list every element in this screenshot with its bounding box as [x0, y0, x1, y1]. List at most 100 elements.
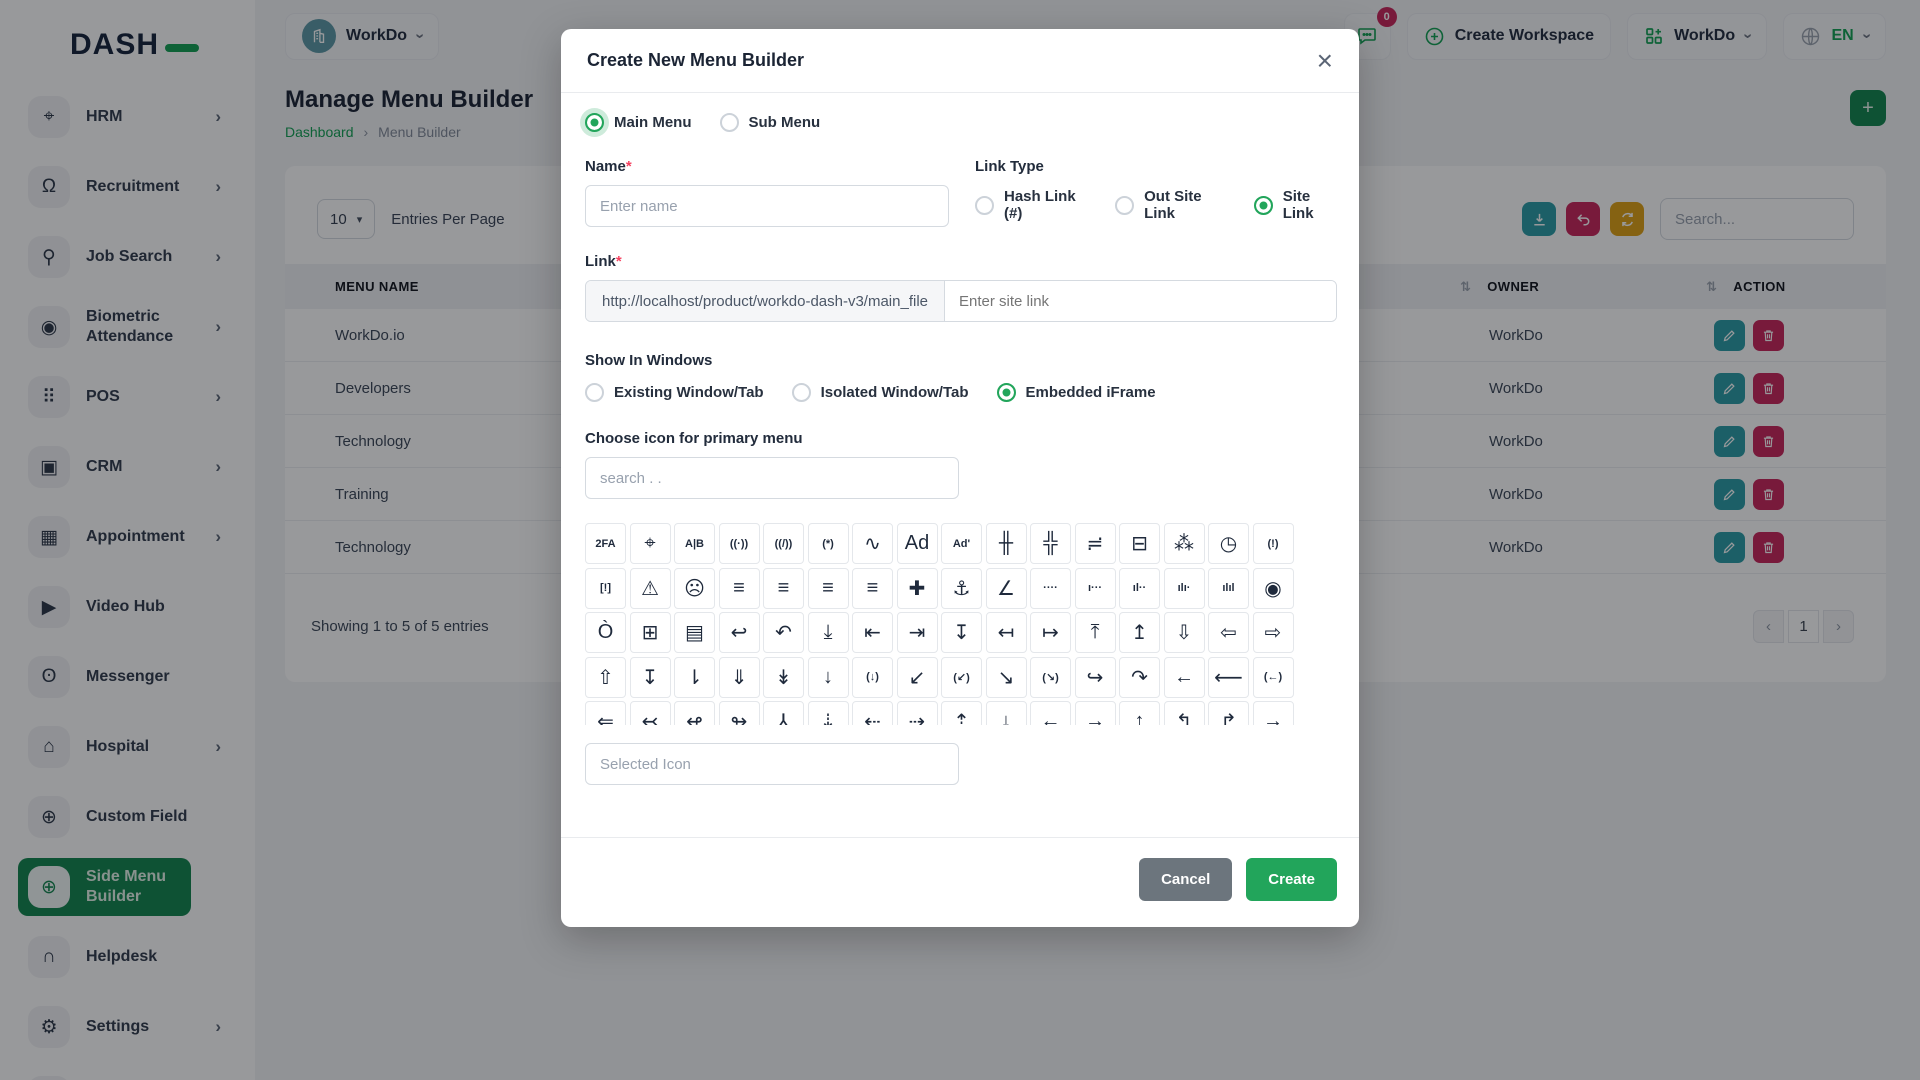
align-center-icon[interactable]: ≡ [719, 568, 760, 609]
arrow-back-up-icon[interactable]: ↶ [763, 612, 804, 653]
adjustments-alt-icon[interactable]: ╬ [1030, 523, 1071, 564]
arrow-left-square-icon[interactable]: ⇐ [585, 701, 626, 725]
arrow-narrow-right-icon[interactable]: → [1075, 701, 1116, 725]
arrow-right-icon[interactable]: → [1253, 701, 1294, 725]
affiliate-icon[interactable]: ⁂ [1164, 523, 1205, 564]
arrow-down-right-circle-icon[interactable]: (↘) [1030, 657, 1071, 698]
adjustments-horizontal-icon[interactable]: ≓ [1075, 523, 1116, 564]
arrow-narrow-up-icon[interactable]: ↑ [1119, 701, 1160, 725]
arrow-bar-to-left-icon[interactable]: ⇤ [852, 612, 893, 653]
antenna-bars-2-icon[interactable]: ı··· [1075, 568, 1116, 609]
ad-icon[interactable]: Ad [897, 523, 938, 564]
icon-search-input[interactable] [585, 457, 959, 499]
adjustments-icon[interactable]: ╫ [986, 523, 1027, 564]
arrow-narrow-left-icon[interactable]: ← [1030, 701, 1071, 725]
radio-isolated-window-tab[interactable]: Isolated Window/Tab [792, 383, 969, 402]
arrow-left-tail-icon[interactable]: ↢ [630, 701, 671, 725]
radio-label: Sub Menu [749, 114, 821, 131]
arrow-bar-up-icon[interactable]: ↥ [1119, 612, 1160, 653]
radio-embedded-iframe[interactable]: Embedded iFrame [997, 383, 1156, 402]
arrow-big-right-icon[interactable]: ⇨ [1253, 612, 1294, 653]
antenna-bars-1-icon[interactable]: ···· [1030, 568, 1071, 609]
radio-site-link[interactable]: Site Link [1254, 188, 1337, 222]
arrow-bar-down-icon[interactable]: ↧ [941, 612, 982, 653]
apps-icon[interactable]: ⊞ [630, 612, 671, 653]
arrow-move-right-icon[interactable]: ⇢ [897, 701, 938, 725]
antenna-bars-4-icon[interactable]: ılı· [1164, 568, 1205, 609]
arrow-bar-to-up-icon[interactable]: ⤒ [1075, 612, 1116, 653]
arrow-big-up-icon[interactable]: ⇧ [585, 657, 626, 698]
alert-triangle-icon[interactable]: ⚠ [630, 568, 671, 609]
a-b-icon[interactable]: A|B [674, 523, 715, 564]
antenna-bars-5-icon[interactable]: ılıl [1208, 568, 1249, 609]
modal-title: Create New Menu Builder [587, 50, 804, 71]
arrow-big-left-icon[interactable]: ⇦ [1208, 612, 1249, 653]
name-input[interactable] [585, 185, 949, 227]
site-link-input[interactable] [945, 281, 1336, 321]
arrow-loop-right-icon[interactable]: ↬ [719, 701, 760, 725]
arrow-ramp-right-icon[interactable]: ↱ [1208, 701, 1249, 725]
arrow-down-circle-icon[interactable]: (↓) [852, 657, 893, 698]
arrow-forward-icon[interactable]: ↪ [1075, 657, 1116, 698]
arrow-forward-up-icon[interactable]: ↷ [1119, 657, 1160, 698]
ad-2-icon[interactable]: Ad' [941, 523, 982, 564]
arrow-loop-left-icon[interactable]: ↫ [674, 701, 715, 725]
360-view-icon[interactable]: ⌖ [630, 523, 671, 564]
name-label: Name* [585, 158, 949, 175]
radio-out-site-link[interactable]: Out Site Link [1115, 188, 1226, 222]
arrow-ramp-left-icon[interactable]: ↰ [1164, 701, 1205, 725]
access-point-off-icon[interactable]: ((/)) [763, 523, 804, 564]
radio-sub-menu[interactable]: Sub Menu [720, 113, 821, 132]
align-right-icon[interactable]: ≡ [852, 568, 893, 609]
arrow-left-bar-icon[interactable]: ⟵ [1208, 657, 1249, 698]
angle-icon[interactable]: ∠ [986, 568, 1027, 609]
activity-heartbeat-icon[interactable]: ∿ [852, 523, 893, 564]
align-left-icon[interactable]: ≡ [808, 568, 849, 609]
aerial-lift-icon[interactable]: ⊟ [1119, 523, 1160, 564]
access-point-icon[interactable]: ((·)) [719, 523, 760, 564]
arrow-move-up-icon[interactable]: ⇡ [941, 701, 982, 725]
aperture-icon[interactable]: ◉ [1253, 568, 1294, 609]
arrow-down-left-circle-icon[interactable]: (↙) [941, 657, 982, 698]
arrow-down-icon[interactable]: ↓ [808, 657, 849, 698]
selected-icon-input[interactable] [585, 743, 959, 785]
arrow-bottom-tail-icon[interactable]: ↡ [763, 657, 804, 698]
arrow-bar-left-icon[interactable]: ↤ [986, 612, 1027, 653]
arrow-left-circle-icon[interactable]: (←) [1253, 657, 1294, 698]
arrow-bottom-bar-icon[interactable]: ↧ [630, 657, 671, 698]
icon-picker-grid: 2FA⌖A|B((·))((/))(*)∿AdAd'╫╬≓⊟⁂◷(!) [!]⚠☹… [585, 523, 1337, 725]
alert-octagon-icon[interactable]: [!] [585, 568, 626, 609]
alert-circle-icon[interactable]: (!) [1253, 523, 1294, 564]
align-justified-icon[interactable]: ≡ [763, 568, 804, 609]
arrow-left-icon[interactable]: ← [1164, 657, 1205, 698]
apple-icon[interactable]: Ò [585, 612, 626, 653]
arrow-big-down-icon[interactable]: ⇩ [1164, 612, 1205, 653]
create-button[interactable]: Create [1246, 858, 1337, 901]
close-icon[interactable]: × [1317, 47, 1333, 75]
arrow-bottom-square-icon[interactable]: ⇓ [719, 657, 760, 698]
radio-existing-window-tab[interactable]: Existing Window/Tab [585, 383, 764, 402]
arrow-move-down-icon[interactable]: ⇣ [808, 701, 849, 725]
alien-icon[interactable]: ☹ [674, 568, 715, 609]
arrow-down-right-icon[interactable]: ↘ [986, 657, 1027, 698]
arrow-down-left-icon[interactable]: ↙ [897, 657, 938, 698]
radio-hash-link[interactable]: Hash Link (#) [975, 188, 1087, 222]
arrow-bar-to-right-icon[interactable]: ⇥ [897, 612, 938, 653]
arrow-bottom-circle-icon[interactable]: ⇂ [674, 657, 715, 698]
arrow-bar-to-down-icon[interactable]: ⤓ [808, 612, 849, 653]
arrow-merge-icon[interactable]: ⅄ [763, 701, 804, 725]
archive-icon[interactable]: ▤ [674, 612, 715, 653]
antenna-bars-3-icon[interactable]: ıl·· [1119, 568, 1160, 609]
alarm-icon[interactable]: ◷ [1208, 523, 1249, 564]
radio-unchecked-icon [975, 196, 994, 215]
arrow-move-left-icon[interactable]: ⇠ [852, 701, 893, 725]
accessible-icon[interactable]: (*) [808, 523, 849, 564]
2fa-icon[interactable]: 2FA [585, 523, 626, 564]
anchor-icon[interactable]: ⚓ [941, 568, 982, 609]
arrow-narrow-down-icon[interactable]: ↓ [986, 701, 1027, 725]
arrow-back-icon[interactable]: ↩ [719, 612, 760, 653]
arrow-bar-right-icon[interactable]: ↦ [1030, 612, 1071, 653]
cancel-button[interactable]: Cancel [1139, 858, 1232, 901]
ambulance-icon[interactable]: ✚ [897, 568, 938, 609]
radio-main-menu[interactable]: Main Menu [585, 113, 692, 132]
